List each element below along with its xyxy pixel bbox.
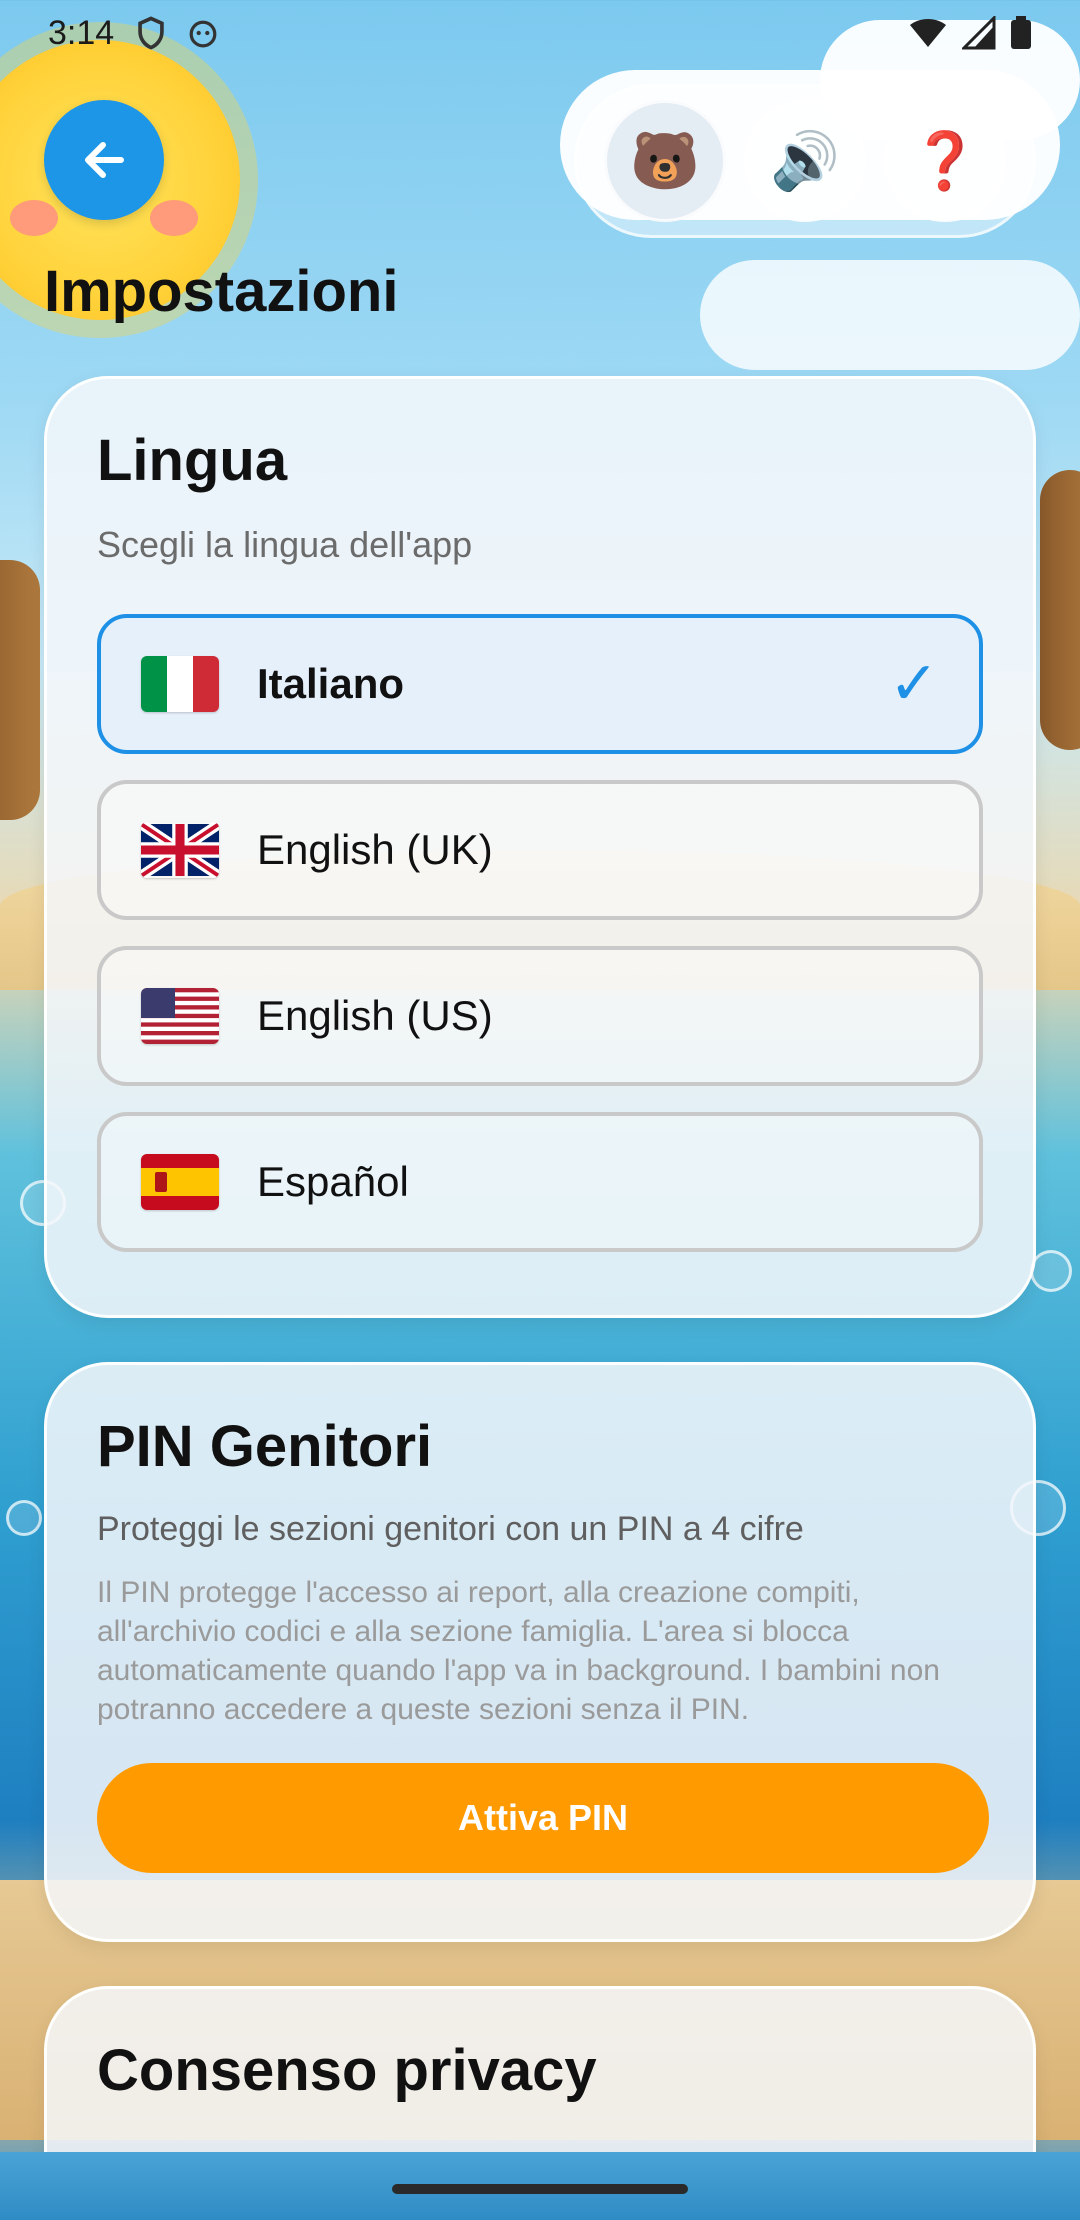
language-card-title: Lingua [97, 428, 288, 493]
checkmark-icon: ✓ [888, 650, 939, 717]
language-option-english-uk[interactable]: English (UK) [97, 780, 983, 920]
language-card-subtitle: Scegli la lingua dell'app [97, 524, 473, 565]
notification-app-icon [189, 20, 217, 48]
privacy-card-title: Consenso privacy [97, 2038, 597, 2103]
status-bar: 3:14 [0, 0, 1080, 66]
language-option-label: Español [257, 1158, 409, 1205]
flag-italy-icon [141, 656, 219, 712]
language-option-label: Italiano [257, 660, 405, 707]
question-icon: ❓ [910, 129, 980, 192]
pin-card-description: Proteggi le sezioni genitori con un PIN … [97, 1510, 804, 1548]
signal-icon [962, 16, 996, 50]
flag-uk-icon [141, 822, 219, 878]
battery-icon [1011, 16, 1031, 49]
bear-icon: 🐻 [630, 129, 700, 192]
language-option-english-us[interactable]: English (US) [97, 946, 983, 1086]
activate-pin-button[interactable]: Attiva PIN [97, 1763, 989, 1873]
sound-button[interactable]: 🔊 [744, 100, 866, 222]
page-title: Impostazioni [44, 259, 399, 324]
home-indicator[interactable] [392, 2184, 688, 2194]
status-time: 3:14 [48, 13, 115, 52]
arrow-left-icon [85, 142, 124, 178]
shield-icon [138, 16, 164, 50]
flag-us-icon [141, 988, 219, 1044]
pin-card-title: PIN Genitori [97, 1414, 433, 1479]
speaker-icon: 🔊 [770, 129, 840, 192]
flag-spain-icon [141, 1154, 219, 1210]
top-actions-pill: 🐻 🔊 ❓ [574, 84, 1036, 238]
pin-card: PIN Genitori Proteggi le sezioni genitor… [44, 1362, 1036, 1942]
bear-button[interactable]: 🐻 [604, 100, 726, 222]
wifi-icon [910, 19, 946, 47]
help-button[interactable]: ❓ [884, 100, 1006, 222]
language-option-label: English (UK) [257, 826, 493, 873]
language-option-italiano[interactable]: Italiano ✓ [97, 614, 983, 754]
language-option-espanol[interactable]: Español [97, 1112, 983, 1252]
pin-card-note: Il PIN protegge l'accesso ai report, all… [97, 1576, 940, 1726]
language-option-label: English (US) [257, 992, 493, 1039]
language-card: Lingua Scegli la lingua dell'app Italian… [44, 376, 1036, 1318]
back-button[interactable] [44, 100, 164, 220]
